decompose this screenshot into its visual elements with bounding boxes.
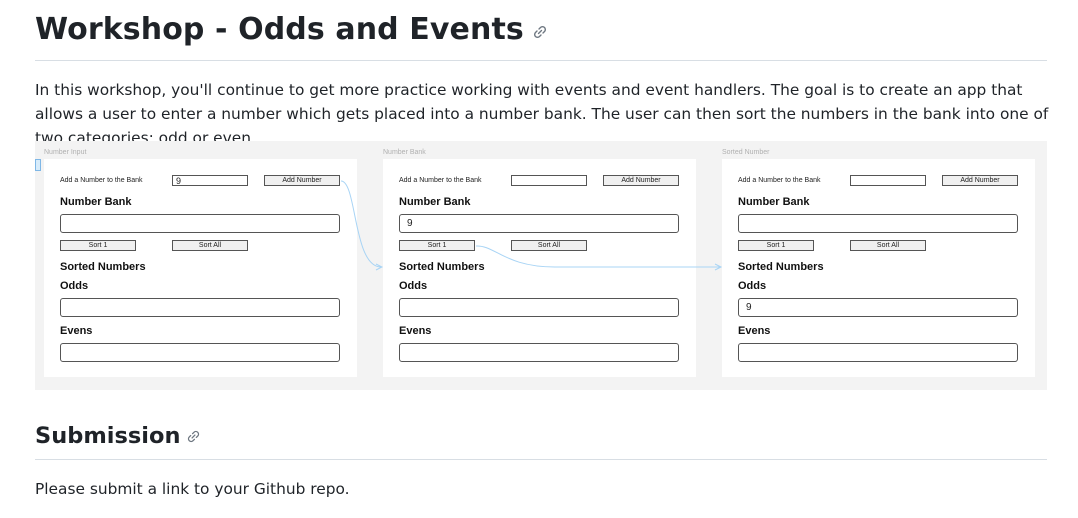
submission-divider — [35, 459, 1047, 460]
submission-text: Please submit a link to your Github repo… — [35, 480, 350, 498]
evens-field — [738, 343, 1018, 362]
sort-one-button[interactable]: Sort 1 — [60, 240, 136, 251]
add-number-label: Add a Number to the Bank — [60, 177, 143, 184]
intro-paragraph: In this workshop, you'll continue to get… — [35, 81, 1049, 147]
app-frame-sorted-number: Add a Number to the Bank Add Number Numb… — [722, 159, 1035, 377]
number-bank-label: Number Bank — [399, 196, 471, 208]
odds-label: Odds — [399, 280, 428, 292]
sort-one-button[interactable]: Sort 1 — [399, 240, 475, 251]
sorted-numbers-label: Sorted Numbers — [738, 261, 824, 273]
odds-field — [399, 298, 679, 317]
number-bank-label: Number Bank — [738, 196, 810, 208]
arrowhead-icon — [714, 263, 723, 271]
frame-title: Number Input — [44, 149, 87, 156]
number-bank-field — [738, 214, 1018, 233]
add-number-button[interactable]: Add Number — [942, 175, 1018, 186]
app-frame-number-input: Add a Number to the Bank 9 Add Number Nu… — [44, 159, 357, 377]
app-frame-number-bank: Add a Number to the Bank Add Number Numb… — [383, 159, 696, 377]
number-bank-field — [60, 214, 340, 233]
frame-title: Sorted Number — [722, 149, 770, 156]
cursor-marker-icon — [35, 159, 41, 171]
number-bank-field: 9 — [399, 214, 679, 233]
number-input[interactable] — [850, 175, 926, 186]
odds-field — [60, 298, 340, 317]
number-input[interactable]: 9 — [172, 175, 248, 186]
add-number-button[interactable]: Add Number — [603, 175, 679, 186]
evens-label: Evens — [738, 325, 771, 337]
evens-label: Evens — [399, 325, 432, 337]
sort-one-button[interactable]: Sort 1 — [738, 240, 814, 251]
add-number-button[interactable]: Add Number — [264, 175, 340, 186]
arrowhead-icon — [375, 263, 384, 271]
add-number-label: Add a Number to the Bank — [738, 177, 821, 184]
sort-all-button[interactable]: Sort All — [850, 240, 926, 251]
odds-field: 9 — [738, 298, 1018, 317]
link-icon[interactable] — [532, 13, 548, 48]
title-divider — [35, 60, 1047, 61]
workflow-diagram: Number Input Add a Number to the Bank 9 … — [35, 141, 1047, 390]
sort-all-button[interactable]: Sort All — [511, 240, 587, 251]
odds-label: Odds — [60, 280, 89, 292]
odds-label: Odds — [738, 280, 767, 292]
page-title: Workshop - Odds and Events — [35, 12, 548, 48]
frame-title: Number Bank — [383, 149, 426, 156]
evens-field — [60, 343, 340, 362]
number-input[interactable] — [511, 175, 587, 186]
submission-heading: Submission — [35, 423, 201, 450]
page-title-text: Workshop - Odds and Events — [35, 12, 524, 47]
evens-label: Evens — [60, 325, 93, 337]
submission-heading-text: Submission — [35, 423, 181, 449]
number-bank-label: Number Bank — [60, 196, 132, 208]
evens-field — [399, 343, 679, 362]
add-number-label: Add a Number to the Bank — [399, 177, 482, 184]
sorted-numbers-label: Sorted Numbers — [60, 261, 146, 273]
link-icon[interactable] — [186, 424, 201, 450]
sort-all-button[interactable]: Sort All — [172, 240, 248, 251]
sorted-numbers-label: Sorted Numbers — [399, 261, 485, 273]
